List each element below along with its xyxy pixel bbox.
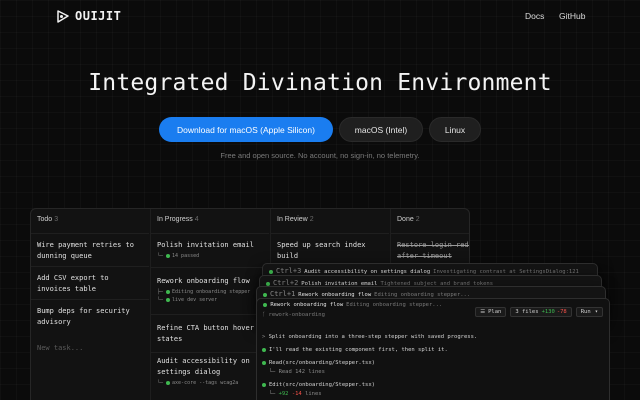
nav-link-docs[interactable]: Docs: [525, 11, 544, 21]
task-card[interactable]: Add CSV export to invoices table: [31, 266, 149, 298]
terminal-toolbar: ☰ Plan 3 files +130 -78 Run ▾: [475, 307, 603, 317]
brand-name: OUIJIT: [75, 9, 122, 23]
agent-window-titlebar: Ctrl+1 Rework onboarding flow Editing onbo…: [263, 290, 470, 298]
status-dot-icon: [262, 382, 266, 387]
task-title: Audit accessibility on settings dialog: [157, 357, 250, 376]
top-nav: OUIJIT Docs GitHub: [0, 0, 640, 32]
column-title: Done: [397, 216, 414, 223]
task-card[interactable]: Wire payment retries to dunning queue: [31, 233, 149, 265]
git-branch: ᚴ rework-onboarding: [262, 312, 325, 318]
task-card[interactable]: Polish invitation email └─ 14 passed: [151, 233, 269, 266]
run-dropdown[interactable]: Run ▾: [575, 307, 603, 317]
diff-summary-button[interactable]: 3 files +130 -78: [510, 307, 572, 317]
task-status: └─ live dev server: [157, 297, 218, 303]
status-dot-icon: [262, 360, 266, 365]
shortcut-label: Ctrl+1: [270, 290, 296, 298]
tool-call-read: Read(src/onboarding/Stepper.tsx): [262, 360, 375, 366]
status-dot-icon: [266, 281, 270, 286]
task-title: Speed up search index build: [277, 241, 366, 260]
new-task-input[interactable]: New task...: [37, 344, 83, 352]
task-title: Refine CTA button hover states: [157, 324, 254, 343]
task-status: ├─ Editing onboarding stepper: [157, 289, 251, 295]
task-status: └─ axe-core --tags wcag2a: [157, 380, 239, 386]
status-dot-icon: [262, 347, 266, 352]
task-card[interactable]: Bump deps for security advisory: [31, 299, 149, 331]
agent-message: I'll read the existing component first, …: [262, 347, 448, 353]
brand-logo[interactable]: OUIJIT: [57, 9, 121, 23]
column-count: 4: [194, 216, 199, 223]
task-title: Wire payment retries to dunning queue: [37, 241, 134, 260]
status-dot-icon: [166, 253, 171, 258]
column-title: In Progress: [157, 216, 193, 223]
column-count: 2: [309, 216, 314, 223]
hero-title: Integrated Divination Environment: [88, 70, 552, 96]
user-prompt: > Split onboarding into a three-step ste…: [262, 334, 478, 340]
column-todo: Todo 3 Wire payment retries to dunning qu…: [31, 209, 151, 400]
task-title: Restore login redirect after timeout: [397, 241, 469, 260]
task-card[interactable]: Refine CTA button hover states: [151, 314, 269, 351]
column-in-progress: In Progress 4 Polish invitation email └─ …: [151, 209, 271, 400]
task-status: └─ 14 passed: [157, 253, 200, 259]
tool-result: └─ +92 -14 lines: [262, 391, 322, 397]
column-header: In Review 2: [277, 216, 314, 223]
shortcut-label: Ctrl+3: [276, 267, 302, 275]
nav-link-github[interactable]: GitHub: [559, 11, 585, 21]
chevron-down-icon: ▾: [594, 309, 598, 315]
column-title: In Review: [277, 216, 308, 223]
agent-terminal[interactable]: Rework onboarding flow Editing onboarding…: [256, 298, 610, 400]
download-macos-apple-silicon-button[interactable]: Download for macOS (Apple Silicon): [159, 117, 333, 142]
column-header: In Progress 4: [157, 216, 199, 223]
ouija-planchette-icon: [57, 9, 69, 23]
hero-subtitle: Free and open source. No account, no sig…: [220, 151, 420, 160]
agent-window-titlebar: Rework onboarding flow Editing onboarding…: [263, 302, 442, 308]
task-title: Bump deps for security advisory: [37, 307, 130, 326]
status-dot-icon: [263, 302, 267, 307]
status-dot-icon: [166, 380, 171, 385]
agent-window-title: Rework onboarding flow: [270, 302, 344, 308]
status-dot-icon: [166, 297, 171, 302]
download-linux-button[interactable]: Linux: [429, 117, 481, 142]
column-header: Todo 3: [37, 216, 58, 223]
agent-window-status: Editing onboarding stepper...: [346, 302, 443, 308]
task-card[interactable]: Restore login redirect after timeout: [391, 233, 469, 265]
tool-result: └─ Read 142 lines: [262, 369, 325, 375]
task-title: Polish invitation email: [157, 241, 254, 249]
column-title: Todo: [37, 216, 53, 223]
status-dot-icon: [166, 289, 171, 294]
tool-call-edit: Edit(src/onboarding/Stepper.tsx): [262, 382, 375, 388]
column-count: 3: [54, 216, 59, 223]
agent-window-titlebar: Ctrl+3 Audit accessibility on settings di…: [269, 267, 579, 275]
task-card[interactable]: Rework onboarding flow ├─ Editing onboar…: [151, 267, 269, 313]
column-count: 2: [415, 216, 420, 223]
status-dot-icon: [269, 269, 273, 274]
task-title: Add CSV export to invoices table: [37, 274, 109, 293]
download-macos-intel-button[interactable]: macOS (Intel): [339, 117, 423, 142]
task-card[interactable]: Speed up search index build: [271, 233, 389, 265]
status-dot-icon: [263, 292, 267, 297]
task-title: Rework onboarding flow: [157, 277, 250, 285]
column-header: Done 2: [397, 216, 420, 223]
task-card[interactable]: Audit accessibility on settings dialog └…: [151, 352, 269, 397]
plan-toggle[interactable]: ☰ Plan: [475, 307, 507, 317]
